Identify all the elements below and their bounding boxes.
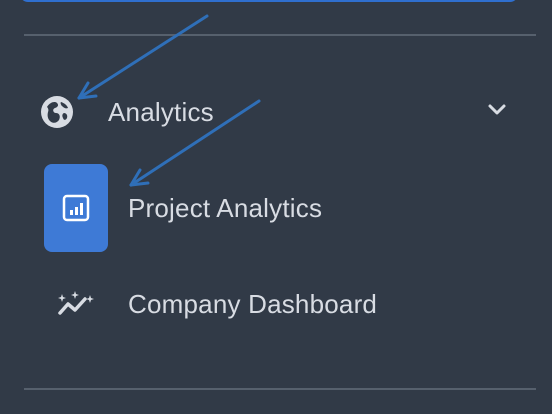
analytics-section-toggle[interactable]: Analytics <box>24 82 528 142</box>
top-divider <box>24 34 536 36</box>
company-dashboard-menu-item[interactable]: Company Dashboard <box>44 260 504 348</box>
project-analytics-label: Project Analytics <box>128 193 323 223</box>
sidebar-menu: Analytics Project Analytics Company Dash… <box>0 0 552 414</box>
sparkle-chart-icon <box>58 291 94 315</box>
project-analytics-icon-tile <box>44 164 108 252</box>
report-icon <box>62 194 90 222</box>
company-dashboard-icon-tile <box>44 260 108 348</box>
company-dashboard-label: Company Dashboard <box>128 289 378 319</box>
bottom-divider <box>24 388 536 390</box>
chevron-down-icon <box>488 104 506 115</box>
top-button-edge[interactable] <box>20 0 518 2</box>
project-analytics-menu-item[interactable]: Project Analytics <box>44 164 504 252</box>
analytics-section-label: Analytics <box>108 97 214 127</box>
globe-icon <box>41 96 73 128</box>
